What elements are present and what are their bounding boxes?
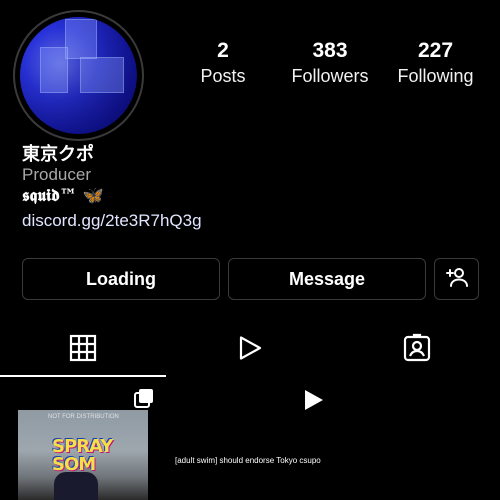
reels-play-icon: [236, 334, 264, 367]
profile-bio: 𝖘𝖖𝖚𝖎𝖉™ 🦋: [22, 186, 104, 206]
profile-avatar[interactable]: [20, 17, 137, 134]
followers-count[interactable]: 383 Followers: [285, 40, 375, 87]
follow-loading-button[interactable]: Loading: [22, 258, 220, 300]
carousel-icon: [133, 388, 155, 415]
profile-tabs: [0, 325, 500, 377]
thumbnail-graffiti-text: SPRAY SOM: [52, 436, 113, 475]
profile-name: 東京クポ: [22, 144, 94, 165]
profile-link[interactable]: discord.gg/2te3R7hQ3g: [22, 211, 202, 231]
followers-count-value: 383: [312, 39, 348, 62]
following-count-value: 227: [417, 39, 454, 62]
thumbnail-figure: [54, 472, 98, 500]
message-button[interactable]: Message: [228, 258, 426, 300]
posts-count-value: 2: [217, 39, 229, 62]
posts-grid: NOT FOR DISTRIBUTION SPRAY SOM [adult sw…: [0, 384, 500, 500]
post-thumbnail: NOT FOR DISTRIBUTION SPRAY SOM: [18, 410, 148, 500]
video-play-icon: [301, 388, 325, 417]
profile-category: Producer: [22, 165, 91, 184]
post-tile[interactable]: NOT FOR DISTRIBUTION SPRAY SOM: [0, 384, 165, 500]
thumbnail-watermark-text: NOT FOR DISTRIBUTION: [48, 414, 119, 420]
avatar-artwork-shard: [40, 47, 68, 93]
tab-posts-grid[interactable]: [0, 325, 166, 377]
tab-tagged[interactable]: [334, 325, 500, 375]
post-tile[interactable]: [adult swim] should endorse Tokyo csupo: [167, 384, 332, 500]
grid-icon: [69, 334, 97, 367]
profile-avatar-ring[interactable]: [13, 10, 144, 141]
profile-bio-text: 𝖘𝖖𝖚𝖎𝖉™: [22, 186, 77, 206]
tab-reels[interactable]: [167, 325, 333, 375]
following-count[interactable]: 227 Following: [393, 40, 478, 87]
add-user-icon: [445, 265, 469, 294]
suggested-users-button[interactable]: [434, 258, 479, 300]
posts-count[interactable]: 2 Posts: [190, 40, 256, 87]
following-count-label: Following: [397, 66, 474, 86]
posts-count-label: Posts: [200, 66, 246, 86]
avatar-artwork-shard: [65, 19, 97, 59]
post-caption-text: [adult swim] should endorse Tokyo csupo: [175, 456, 321, 465]
butterfly-emoji: 🦋: [82, 186, 104, 206]
tagged-icon: [402, 333, 432, 368]
followers-count-label: Followers: [291, 66, 369, 86]
avatar-artwork-shard: [80, 57, 124, 93]
